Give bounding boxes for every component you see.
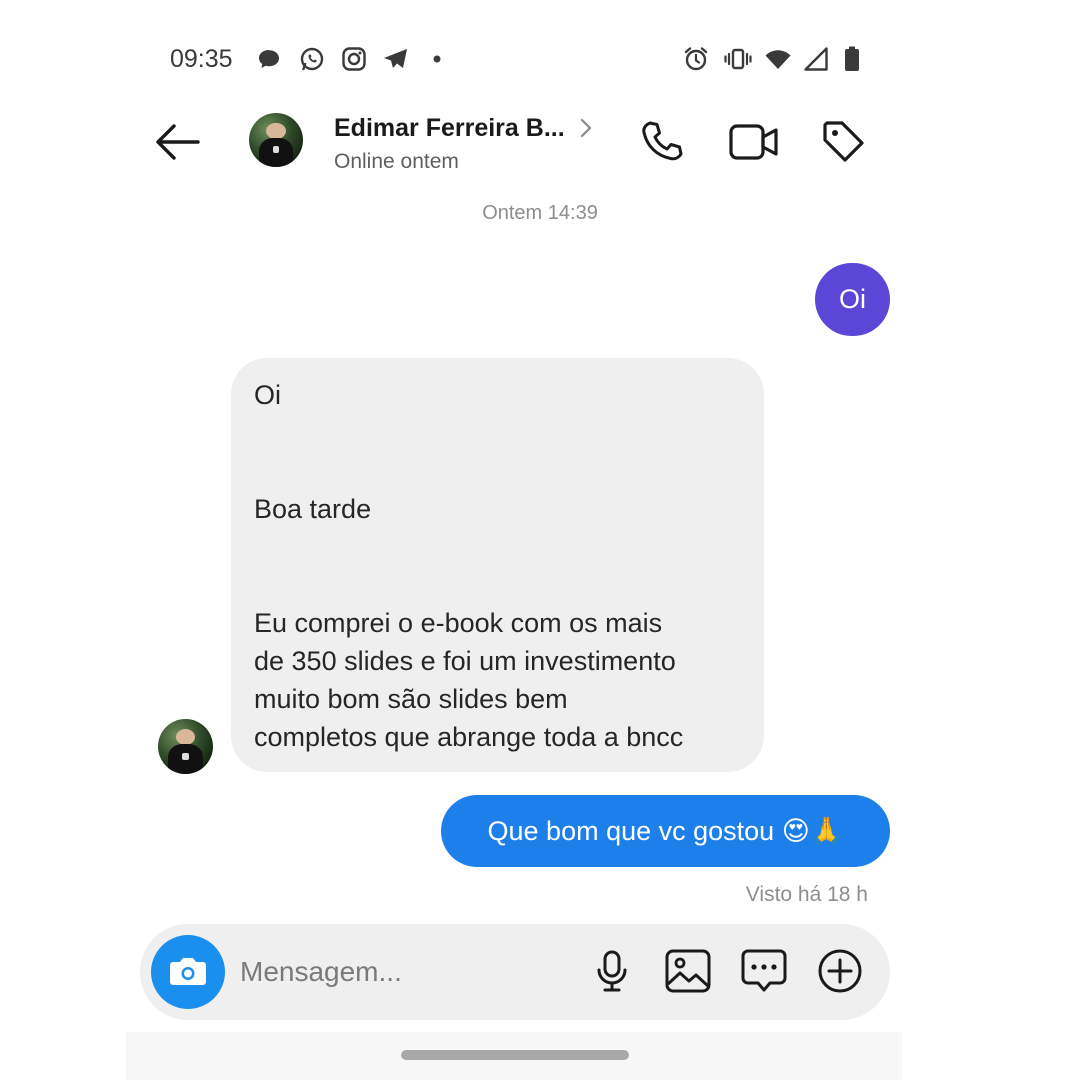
home-indicator[interactable] <box>401 1050 629 1060</box>
voice-message-button[interactable] <box>587 946 637 996</box>
back-button[interactable] <box>150 120 206 164</box>
tag-button[interactable] <box>818 116 870 168</box>
signal-icon <box>801 44 831 74</box>
sticker-button[interactable] <box>739 946 789 996</box>
incoming-message-bubble[interactable]: Oi Boa tarde Eu comprei o e-book com os … <box>231 358 764 772</box>
gallery-button[interactable] <box>663 946 713 996</box>
wifi-icon <box>763 44 793 74</box>
contact-name[interactable]: Edimar Ferreira B... <box>334 112 565 144</box>
message-line: completos que abrange toda a bncc <box>254 722 684 752</box>
dot-icon <box>424 44 454 74</box>
sticker-chat-icon <box>741 949 787 992</box>
phone-icon <box>642 121 683 161</box>
whatsapp-icon <box>297 44 327 74</box>
message-line: Boa tarde <box>254 494 372 524</box>
seen-status: Visto há 18 h <box>745 883 868 906</box>
message-input[interactable] <box>240 948 570 996</box>
microphone-icon <box>597 950 627 992</box>
outgoing-message-bubble[interactable]: Oi <box>815 263 890 336</box>
video-call-button[interactable] <box>728 116 780 168</box>
chevron-right-icon[interactable] <box>578 116 594 140</box>
chat-bubble-icon <box>254 44 284 74</box>
sender-avatar[interactable] <box>158 719 213 774</box>
camera-button[interactable] <box>151 935 225 1009</box>
vibrate-icon <box>723 44 753 74</box>
instagram-icon <box>339 44 369 74</box>
battery-icon <box>837 44 867 74</box>
outgoing-message-bubble[interactable]: Que bom que vc gostou 😍🙏 <box>441 795 890 867</box>
gallery-icon <box>665 949 711 993</box>
video-camera-icon <box>729 124 778 160</box>
message-timestamp: Ontem 14:39 <box>482 202 598 224</box>
message-line: Oi <box>254 380 281 410</box>
camera-icon <box>170 958 206 985</box>
contact-avatar[interactable] <box>249 113 303 167</box>
message-line: muito bom são slides bem <box>254 684 568 714</box>
back-arrow-icon <box>156 124 200 160</box>
status-time: 09:35 <box>170 45 233 73</box>
message-line: Eu comprei o e-book com os mais <box>254 608 663 638</box>
telegram-icon <box>381 44 411 74</box>
message-line: de 350 slides e foi um investimento <box>254 646 676 676</box>
voice-call-button[interactable] <box>636 116 688 168</box>
plus-circle-icon <box>818 949 862 993</box>
more-options-button[interactable] <box>815 946 865 996</box>
tag-icon <box>823 121 864 162</box>
alarm-icon <box>681 44 711 74</box>
contact-status: Online ontem <box>334 150 459 173</box>
